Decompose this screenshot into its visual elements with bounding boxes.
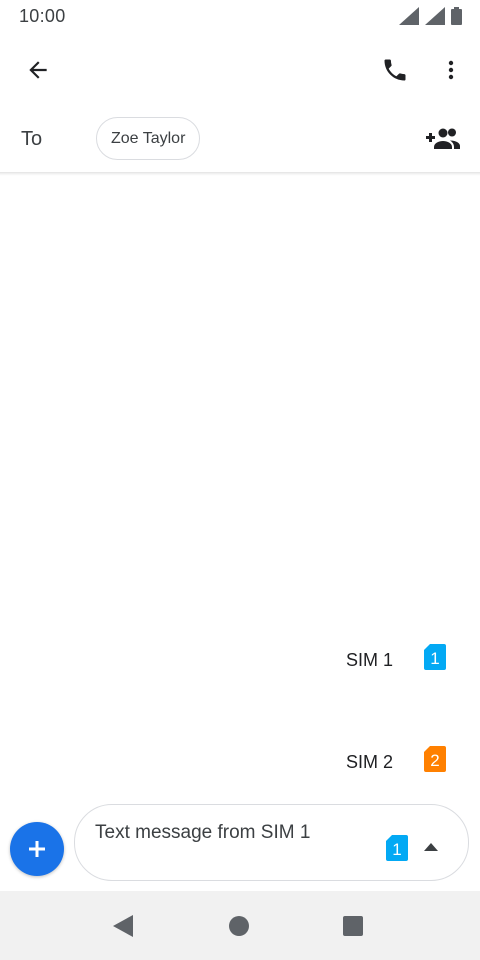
sim-option-label: SIM 1 (345, 650, 393, 670)
sim-badge-icon[interactable]: 1 (386, 835, 408, 861)
nav-recents-button[interactable] (332, 905, 374, 947)
caret-up-icon (424, 843, 438, 851)
back-button[interactable] (14, 46, 62, 94)
compose-bar: Text message from SIM 1 1 (0, 800, 480, 890)
phone-icon (384, 59, 406, 81)
signal-icon (425, 7, 445, 25)
back-arrow-icon (29, 61, 47, 79)
nav-recents-icon (343, 916, 363, 936)
sim-option-2[interactable]: SIM 2 2 (280, 742, 480, 782)
system-nav-bar (0, 891, 480, 960)
add-people-icon (426, 128, 460, 149)
nav-home-button[interactable] (218, 905, 260, 947)
more-options-button[interactable] (427, 46, 475, 94)
sim-option-1[interactable]: SIM 1 1 (280, 640, 480, 680)
sim-badge-number: 2 (430, 751, 439, 770)
app-bar (0, 32, 480, 108)
sim-badge-number: 1 (392, 840, 401, 859)
signal-icon (399, 7, 419, 25)
nav-home-icon (229, 916, 249, 936)
add-recipient-button[interactable] (418, 114, 468, 162)
sim-selector-button[interactable] (419, 835, 443, 859)
to-label: To (21, 128, 43, 150)
battery-icon (451, 7, 462, 25)
sim-badge-icon: 1 (424, 644, 446, 670)
call-button[interactable] (371, 46, 419, 94)
sim-option-label: SIM 2 (345, 752, 393, 772)
status-icons (399, 7, 462, 25)
add-icon (29, 841, 45, 857)
more-vert-icon (448, 60, 454, 80)
nav-back-button[interactable] (102, 905, 144, 947)
message-input[interactable]: Text message from SIM 1 1 (74, 804, 469, 881)
sim-badge-icon: 2 (424, 746, 446, 772)
message-placeholder: Text message from SIM 1 (95, 822, 311, 843)
status-bar: 10:00 (0, 0, 480, 32)
attach-button[interactable] (10, 822, 64, 876)
sim-badge-number: 1 (430, 649, 439, 668)
nav-back-icon (113, 915, 133, 937)
header-divider (0, 172, 480, 176)
status-time: 10:00 (19, 6, 66, 26)
recipient-row: To Zoe Taylor (0, 108, 480, 172)
recipient-chip[interactable]: Zoe Taylor (96, 117, 201, 160)
